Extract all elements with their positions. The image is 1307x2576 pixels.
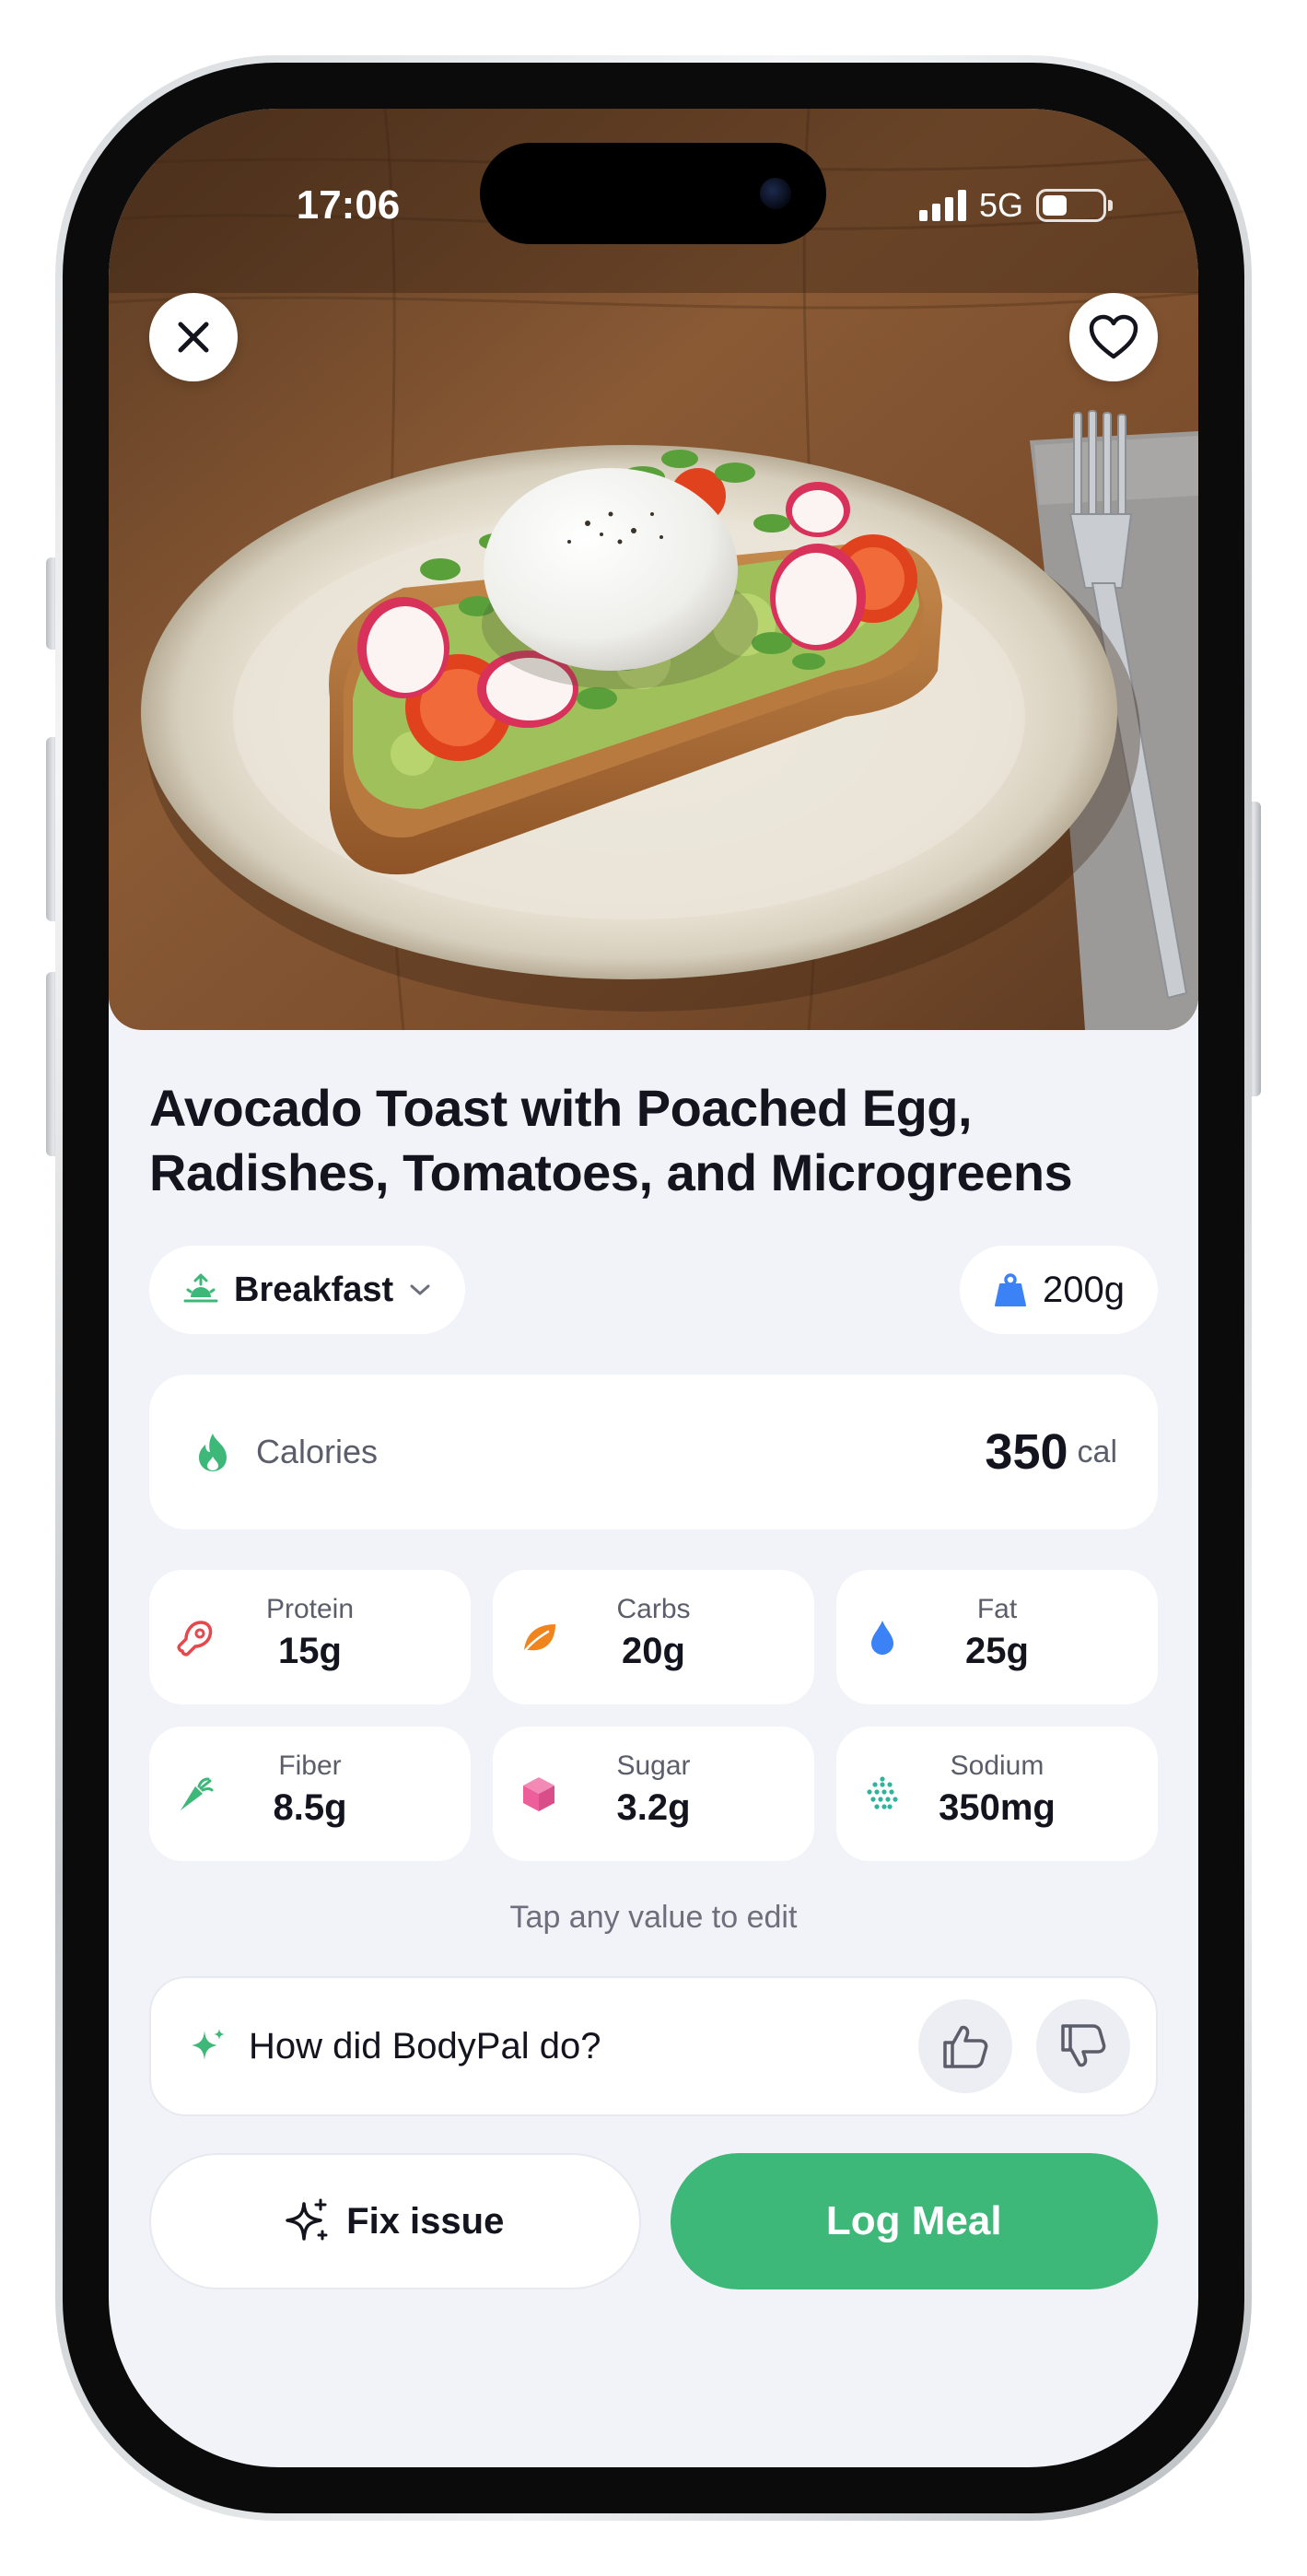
phone-frame: 17:06 5G Avocado Toast with Poached Egg,… xyxy=(55,55,1252,2521)
edit-hint: Tap any value to edit xyxy=(509,1900,798,1935)
status-indicators: 5G xyxy=(918,182,1113,228)
weight-value: 200g xyxy=(1043,1269,1125,1310)
nutrient-name: Carbs xyxy=(616,1594,691,1624)
flame-icon xyxy=(199,1434,227,1471)
meal-details: Avocado Toast with Poached Egg, Radishes… xyxy=(149,1030,1158,2289)
feedback-question: How did BodyPal do? xyxy=(249,2025,601,2067)
weight-selector[interactable]: 200g xyxy=(960,1246,1158,1334)
calories-unit: cal xyxy=(1077,1434,1117,1469)
cellular-signal-icon xyxy=(918,190,966,221)
nutrient-value: 350mg xyxy=(939,1787,1056,1828)
feedback-card: How did BodyPal do? xyxy=(149,1976,1158,2116)
meal-type-selector[interactable]: Breakfast xyxy=(149,1246,466,1334)
sparkle-icon xyxy=(286,2198,328,2241)
phone-bezel: 17:06 5G Avocado Toast with Poached Egg,… xyxy=(63,63,1244,2513)
favorite-button[interactable] xyxy=(1069,293,1158,381)
sunrise-icon xyxy=(183,1273,218,1303)
nutrient-value: 25g xyxy=(965,1631,1029,1671)
chevron-down-icon xyxy=(410,1284,430,1295)
close-button[interactable] xyxy=(149,293,238,381)
nutrient-card-sodium[interactable]: Sodium 350mg xyxy=(836,1727,1158,1861)
meal-type-label: Breakfast xyxy=(234,1270,394,1309)
phone-screen: 17:06 5G Avocado Toast with Poached Egg,… xyxy=(109,109,1198,2467)
nutrient-grid: Protein 15g Carbs 20g Fat 25g Fiber 8.5g… xyxy=(149,1570,1158,1861)
heart-icon xyxy=(1089,314,1138,359)
nutrient-card-fat[interactable]: Fat 25g xyxy=(836,1570,1158,1704)
nutrient-name: Sodium xyxy=(950,1751,1044,1781)
nutrient-name: Fiber xyxy=(278,1751,342,1781)
thumbs-down-button[interactable] xyxy=(1036,1999,1130,2093)
avocado-toast-image xyxy=(109,109,1198,1030)
network-type: 5G xyxy=(978,186,1023,224)
nutrient-name: Protein xyxy=(265,1594,355,1624)
nutrient-card-protein[interactable]: Protein 15g xyxy=(149,1570,471,1704)
log-meal-button[interactable]: Log Meal xyxy=(670,2153,1158,2289)
dynamic-island xyxy=(480,143,826,244)
nutrient-card-carbs[interactable]: Carbs 20g xyxy=(493,1570,814,1704)
camera-icon xyxy=(760,178,791,209)
calories-card[interactable]: Calories 350 cal xyxy=(149,1375,1158,1529)
fix-issue-label: Fix issue xyxy=(346,2200,505,2242)
calories-value: 350 xyxy=(985,1424,1068,1480)
nutrient-name: Fat xyxy=(976,1594,1018,1624)
nutrient-value: 20g xyxy=(622,1631,685,1671)
weight-icon xyxy=(995,1273,1027,1306)
close-icon xyxy=(178,322,209,353)
nutrient-name: Sugar xyxy=(616,1751,691,1781)
meal-title[interactable]: Avocado Toast with Poached Egg, Radishes… xyxy=(149,1076,1158,1205)
nutrient-card-fiber[interactable]: Fiber 8.5g xyxy=(149,1727,471,1861)
battery-icon xyxy=(1036,189,1113,222)
nutrient-value: 8.5g xyxy=(273,1787,347,1828)
thumbs-down-icon xyxy=(1061,2024,1106,2067)
log-meal-label: Log Meal xyxy=(825,2198,1002,2243)
fix-issue-button[interactable]: Fix issue xyxy=(149,2153,641,2289)
nutrient-value: 15g xyxy=(278,1631,342,1671)
nutrient-value: 3.2g xyxy=(616,1787,691,1828)
thumbs-up-button[interactable] xyxy=(918,1999,1012,2093)
calories-label: Calories xyxy=(256,1433,379,1470)
meal-photo: 17:06 5G xyxy=(109,109,1198,1030)
sparkle-icon xyxy=(192,2029,225,2060)
status-time: 17:06 xyxy=(296,182,401,228)
thumbs-up-icon xyxy=(943,2025,988,2068)
nutrient-card-sugar[interactable]: Sugar 3.2g xyxy=(493,1727,814,1861)
